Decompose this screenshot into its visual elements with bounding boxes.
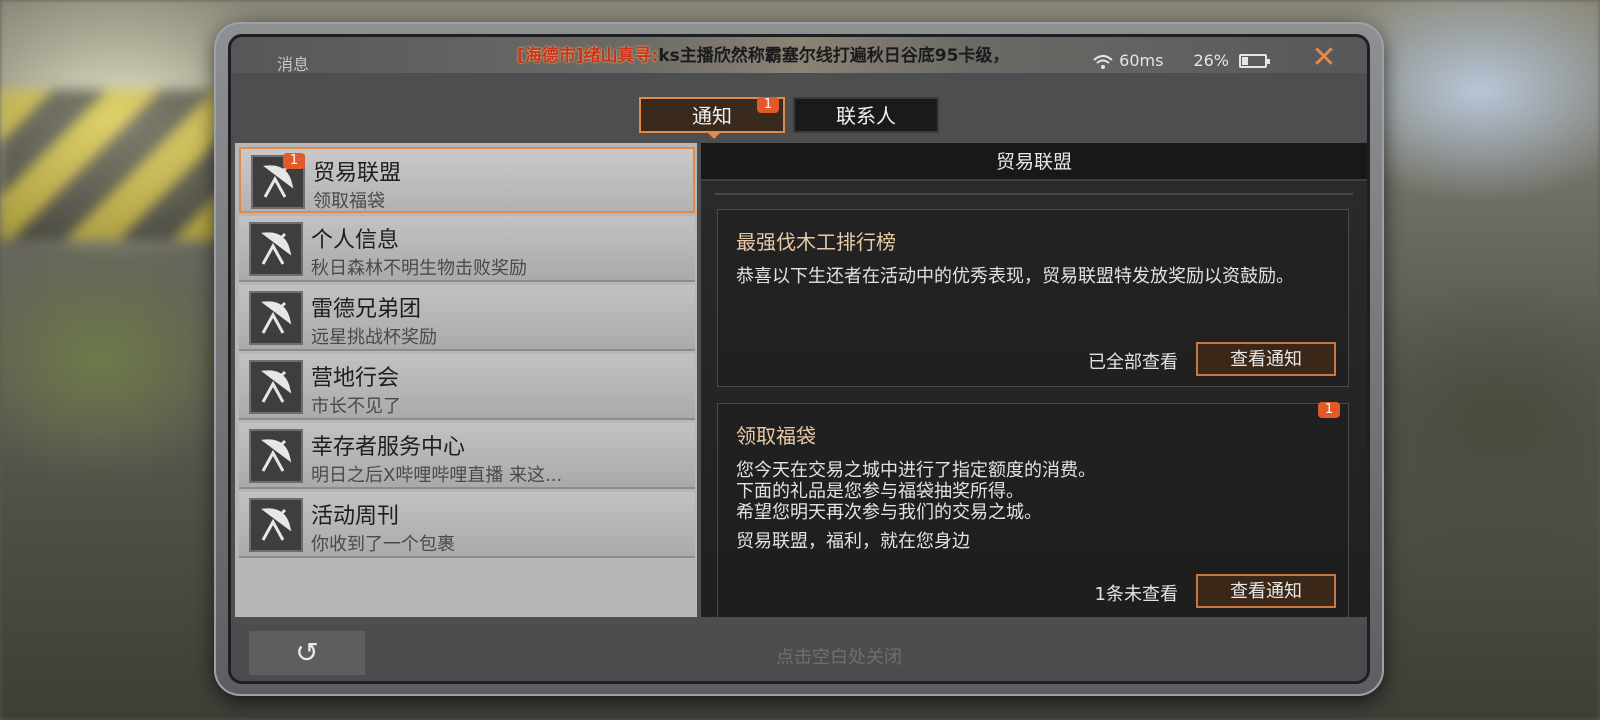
wifi-icon — [1093, 54, 1113, 69]
list-item[interactable]: 个人信息 秋日森林不明生物击败奖励 — [239, 216, 695, 282]
card-body: 您今天在交易之城中进行了指定额度的消费。 下面的礼品是您参与福袋抽奖所得。 希望… — [736, 460, 1330, 552]
view-notification-button[interactable]: 查看通知 — [1196, 342, 1336, 376]
message-screen: 消息 [海德市]绪山真寻:ks主播欣然称霸塞尔线打遍秋日谷底95卡级， 60ms… — [228, 34, 1370, 684]
satellite-dish-icon — [249, 498, 303, 552]
sender-name: 幸存者服务中心 — [311, 435, 466, 460]
view-notification-button[interactable]: 查看通知 — [1196, 574, 1336, 608]
sender-preview: 明日之后X哔哩哔哩直播 来这... — [311, 465, 563, 486]
notification-card: 最强伐木工排行榜 恭喜以下生还者在活动中的优秀表现，贸易联盟特发放奖励以资鼓励。… — [717, 209, 1349, 387]
tablet-device: 消息 [海德市]绪山真寻:ks主播欣然称霸塞尔线打遍秋日谷底95卡级， 60ms… — [214, 22, 1384, 696]
satellite-dish-icon — [249, 360, 303, 414]
bottom-bar[interactable]: ↺ 点击空白处关闭 — [231, 625, 1367, 681]
message-detail-panel[interactable]: 贸易联盟 最强伐木工排行榜 恭喜以下生还者在活动中的优秀表现，贸易联盟特发放奖励… — [701, 143, 1367, 617]
tab-notification-badge: 1 — [757, 97, 779, 113]
sender-preview: 市长不见了 — [311, 396, 401, 417]
tab-bar: 通知 1 联系人 — [639, 97, 939, 139]
background-hazard-stripes — [0, 90, 230, 240]
screen-title: 消息 — [277, 55, 310, 74]
list-item[interactable]: 活动周刊 你收到了一个包裹 — [239, 492, 695, 558]
card-body-line: 您今天在交易之城中进行了指定额度的消费。 — [736, 460, 1096, 481]
notification-card: 1 领取福袋 您今天在交易之城中进行了指定额度的消费。 下面的礼品是您参与福袋抽… — [717, 402, 1349, 617]
card-body-line: 希望您明天再次参与我们的交易之城。 — [736, 502, 1042, 523]
sender-name: 雷德兄弟团 — [311, 297, 422, 322]
card-title: 最强伐木工排行榜 — [736, 230, 896, 254]
sender-preview: 远星挑战杯奖励 — [311, 327, 437, 348]
satellite-dish-icon — [249, 222, 303, 276]
ticker-text: ks主播欣然称霸塞尔线打遍秋日谷底95卡级， — [658, 46, 1010, 66]
device-status: 60ms 26% — [1093, 51, 1270, 70]
tab-contacts[interactable]: 联系人 — [793, 97, 939, 133]
card-read-status: 1条未查看 — [1094, 584, 1178, 605]
card-body-line: 下面的礼品是您参与福袋抽奖所得。 — [736, 481, 1024, 502]
close-hint: 点击空白处关闭 — [776, 647, 902, 668]
card-body: 恭喜以下生还者在活动中的优秀表现，贸易联盟特发放奖励以资鼓励。 — [736, 266, 1330, 287]
tab-label: 联系人 — [836, 104, 896, 128]
close-icon[interactable]: ✕ — [1309, 43, 1339, 73]
list-item[interactable]: 1 贸易联盟 领取福袋 — [239, 147, 695, 213]
list-item[interactable]: 雷德兄弟团 远星挑战杯奖励 — [239, 285, 695, 351]
card-title: 领取福袋 — [736, 424, 816, 448]
latency-value: 60ms — [1119, 51, 1164, 70]
battery-percent: 26% — [1193, 51, 1229, 70]
list-item[interactable]: 幸存者服务中心 明日之后X哔哩哔哩直播 来这... — [239, 423, 695, 489]
unread-badge: 1 — [1318, 402, 1340, 418]
sender-name: 贸易联盟 — [313, 161, 402, 186]
sender-name: 营地行会 — [311, 366, 400, 391]
satellite-dish-icon — [249, 291, 303, 345]
sender-name: 活动周刊 — [311, 504, 400, 529]
sender-name: 个人信息 — [311, 228, 400, 253]
card-body-line: 恭喜以下生还者在活动中的优秀表现，贸易联盟特发放奖励以资鼓励。 — [736, 266, 1294, 287]
sender-preview: 你收到了一个包裹 — [311, 534, 455, 555]
tab-notifications[interactable]: 通知 1 — [639, 97, 785, 139]
satellite-dish-icon — [249, 429, 303, 483]
battery-icon — [1239, 53, 1270, 68]
panel-title: 贸易联盟 — [701, 143, 1367, 181]
divider — [715, 193, 1353, 195]
sender-preview: 秋日森林不明生物击败奖励 — [311, 258, 527, 279]
card-read-status: 已全部查看 — [1088, 352, 1178, 373]
ticker-source: [海德市]绪山真寻: — [517, 46, 659, 66]
tab-label: 通知 — [692, 104, 732, 128]
unread-badge: 1 — [283, 153, 305, 169]
sender-list[interactable]: 1 贸易联盟 领取福袋 个人信息 秋日森林不明生物击败奖励 雷德兄弟团 远星挑战… — [235, 143, 697, 617]
sender-preview: 领取福袋 — [313, 191, 385, 212]
top-bar: 消息 [海德市]绪山真寻:ks主播欣然称霸塞尔线打遍秋日谷底95卡级， 60ms… — [231, 37, 1367, 74]
card-footer-line: 贸易联盟，福利，就在您身边 — [736, 531, 970, 552]
list-item[interactable]: 营地行会 市长不见了 — [239, 354, 695, 420]
news-ticker: [海德市]绪山真寻:ks主播欣然称霸塞尔线打遍秋日谷底95卡级， — [517, 41, 1009, 66]
